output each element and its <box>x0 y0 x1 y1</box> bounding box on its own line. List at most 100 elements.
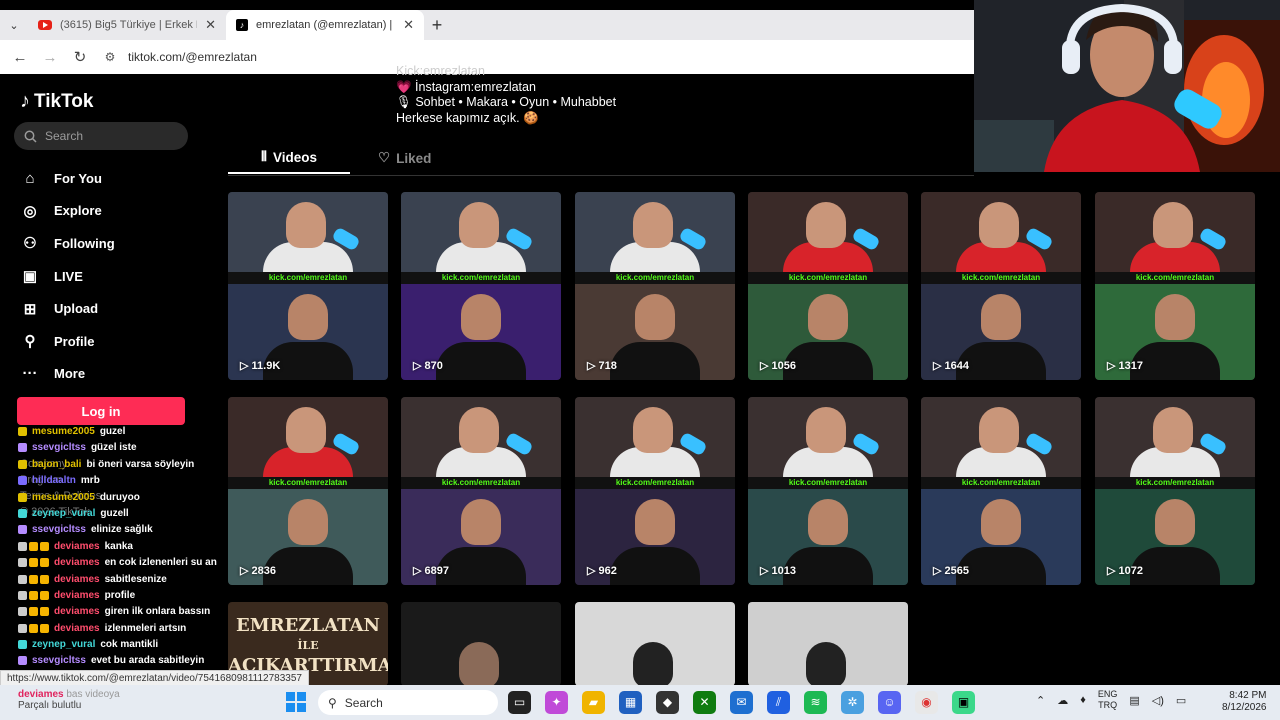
bio-line: Kick:emrezlatan <box>396 64 485 78</box>
chevron-up-icon[interactable]: ⌃ <box>1036 694 1045 707</box>
badge-icon <box>18 640 27 650</box>
chat-message-row: deviames sabitlesenize <box>18 572 230 588</box>
view-count: ▷ 962 <box>587 564 617 577</box>
video-card[interactable] <box>748 602 908 686</box>
sidebar-nav: ⌂ For You ◎ Explore ⚇ Following ▣ LIVE ⊞… <box>20 162 115 390</box>
language-indicator[interactable]: ENG TRQ <box>1098 689 1118 711</box>
video-card[interactable]: kick.com/emrezlatan ▷ 1013 <box>748 397 908 585</box>
stream-thumbnail-image <box>228 397 388 487</box>
chat-username: bajon_bali <box>32 458 82 470</box>
play-icon: ▷ <box>240 360 252 372</box>
play-icon: ▷ <box>240 565 252 577</box>
chat-badges-icon <box>18 457 27 473</box>
stream-thumbnail-image <box>575 192 735 282</box>
view-count: ▷ 1317 <box>1107 359 1143 372</box>
search-input[interactable]: Search <box>14 122 188 150</box>
tab-videos[interactable]: ⦀ Videos <box>228 142 350 174</box>
sidebar-item-label: Upload <box>54 301 99 317</box>
forward-icon[interactable]: → <box>38 49 62 66</box>
close-icon[interactable]: ✕ <box>403 17 414 33</box>
browser-tab-tiktok[interactable]: ♪ emrezlatan (@emrezlatan) | TikTok ✕ <box>226 10 424 40</box>
video-card[interactable]: kick.com/emrezlatan ▷ 718 <box>575 192 735 380</box>
network-icon[interactable]: ▤ <box>1129 694 1139 707</box>
spotify-icon[interactable]: ≋ <box>804 691 827 714</box>
tiktok-logo[interactable]: ♪ TikTok <box>20 90 93 113</box>
tab-search-icon[interactable]: ⌄ <box>0 11 28 39</box>
streaming-app-icon[interactable]: ▣ <box>952 691 975 714</box>
sidebar-item-profile[interactable]: ⚲ Profile <box>20 325 115 358</box>
task-view-icon[interactable]: ▭ <box>508 691 531 714</box>
chrome-icon[interactable]: ◉ <box>915 691 938 714</box>
browser-tab-youtube[interactable]: (3615) Big5 Türkiye | Erkek Hazır ✕ <box>28 10 226 40</box>
tab-liked[interactable]: ♡ Liked <box>378 142 431 174</box>
taskbar-clock[interactable]: 8:42 PM 8/12/2026 <box>1222 690 1267 714</box>
sidebar-item-upload[interactable]: ⊞ Upload <box>20 292 115 325</box>
plus-icon[interactable]: + <box>424 15 450 36</box>
sidebar-item-explore[interactable]: ◎ Explore <box>20 195 115 228</box>
sidebar-item-following[interactable]: ⚇ Following <box>20 227 114 260</box>
video-card[interactable] <box>575 602 735 686</box>
sidebar-item-label: Explore <box>54 203 102 219</box>
editor-icon[interactable]: ⫽ <box>767 691 790 714</box>
windows-start-icon[interactable] <box>286 692 306 712</box>
stream-thumbnail-image <box>401 192 561 282</box>
video-card[interactable]: kick.com/emrezlatan ▷ 1072 <box>1095 397 1255 585</box>
login-button[interactable]: Log in <box>17 397 185 425</box>
video-card[interactable]: kick.com/emrezlatan ▷ 2565 <box>921 397 1081 585</box>
live-icon: ▣ <box>22 268 38 286</box>
view-count-value: 1056 <box>771 360 796 372</box>
chat-badges-icon <box>18 604 49 620</box>
chat-badges-icon <box>18 506 27 522</box>
browser-tabbar: ⌄ (3615) Big5 Türkiye | Erkek Hazır ✕ ♪ … <box>0 10 974 40</box>
xbox-icon[interactable]: ✕ <box>693 691 716 714</box>
badge-icon <box>18 558 27 568</box>
sidebar-item-for-you[interactable]: ⌂ For You <box>20 162 115 195</box>
battery-icon[interactable]: ▭ <box>1176 694 1186 707</box>
video-card[interactable]: kick.com/emrezlatan ▷ 11.9K <box>228 192 388 380</box>
video-card[interactable]: kick.com/emrezlatan ▷ 1644 <box>921 192 1081 380</box>
chat-badges-icon <box>18 440 27 456</box>
chat-message-row: ssevgicltss evet bu arada sabitleyin <box>18 653 230 669</box>
microphone-icon[interactable]: ♦ <box>1080 694 1086 706</box>
kick-banner: kick.com/emrezlatan <box>748 477 908 489</box>
chat-message-row: ssevgicltss elinize sağlık <box>18 522 230 538</box>
url-field[interactable]: tiktok.com/@emrezlatan <box>128 50 257 64</box>
video-card[interactable]: kick.com/emrezlatan ▷ 2836 <box>228 397 388 585</box>
copilot-icon[interactable]: ✦ <box>545 691 568 714</box>
back-icon[interactable]: ← <box>8 49 32 66</box>
kick-banner: kick.com/emrezlatan <box>228 272 388 284</box>
chat-badges-icon <box>18 539 49 555</box>
video-card[interactable]: kick.com/emrezlatan ▷ 1056 <box>748 192 908 380</box>
logo-text: TikTok <box>34 90 94 112</box>
site-settings-icon[interactable]: ⚙ <box>98 50 122 64</box>
weather-widget[interactable]: deviames bas videoya Parçalı bulutlu <box>18 689 120 711</box>
kick-banner: kick.com/emrezlatan <box>575 477 735 489</box>
video-card[interactable]: kick.com/emrezlatan ▷ 6897 <box>401 397 561 585</box>
video-card[interactable]: kick.com/emrezlatan ▷ 962 <box>575 397 735 585</box>
view-count: ▷ 1013 <box>760 564 796 577</box>
reload-icon[interactable]: ↻ <box>68 48 92 66</box>
taskbar-search-input[interactable]: ⚲ Search <box>318 690 498 715</box>
video-card[interactable]: kick.com/emrezlatan ▷ 1317 <box>1095 192 1255 380</box>
badge-icon <box>40 590 49 600</box>
app-cube-icon[interactable]: ◆ <box>656 691 679 714</box>
sidebar-item-more[interactable]: ··· More <box>20 358 115 391</box>
video-card[interactable]: kick.com/emrezlatan ▷ 870 <box>401 192 561 380</box>
badge-icon <box>29 607 38 617</box>
video-card[interactable] <box>401 602 561 686</box>
cloud-icon[interactable]: ☁ <box>1057 694 1068 707</box>
discord-icon[interactable]: ☺ <box>878 691 901 714</box>
upload-icon: ⊞ <box>23 300 37 318</box>
settings-gear-icon[interactable]: ✲ <box>841 691 864 714</box>
close-icon[interactable]: ✕ <box>205 17 216 33</box>
outlook-icon[interactable]: ✉ <box>730 691 753 714</box>
volume-icon[interactable]: ◁) <box>1152 694 1164 707</box>
chat-badges-icon <box>18 572 49 588</box>
sidebar-item-live[interactable]: ▣ LIVE <box>20 260 115 293</box>
view-count: ▷ 2565 <box>933 564 969 577</box>
file-explorer-icon[interactable]: ▰ <box>582 691 605 714</box>
chat-message-row: mesume2005 duruyoo <box>18 490 230 506</box>
store-icon[interactable]: ▦ <box>619 691 642 714</box>
play-icon: ▷ <box>933 360 945 372</box>
badge-icon <box>18 492 27 502</box>
